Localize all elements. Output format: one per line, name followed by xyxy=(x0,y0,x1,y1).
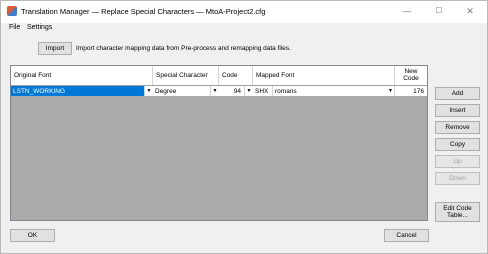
menu-settings[interactable]: Settings xyxy=(27,24,52,31)
menu-file[interactable]: File xyxy=(9,24,20,31)
move-down-button[interactable]: Down xyxy=(435,172,480,185)
column-header-new-code[interactable]: New Code xyxy=(395,66,427,85)
mapping-grid: Original Font Special Character Code Map… xyxy=(10,65,428,221)
ok-button[interactable]: OK xyxy=(10,229,55,242)
app-icon xyxy=(7,6,17,16)
remove-button[interactable]: Remove xyxy=(435,121,480,134)
chevron-down-icon[interactable]: ▼ xyxy=(211,86,219,96)
cancel-button[interactable]: Cancel xyxy=(384,229,429,242)
column-header-code[interactable]: Code xyxy=(219,66,253,85)
add-button[interactable]: Add xyxy=(435,87,480,100)
import-description: Import character mapping data from Pre-p… xyxy=(76,45,291,52)
minimize-button[interactable]: — xyxy=(394,3,420,19)
table-row[interactable]: LSTN_WORKING ▼ Degree ▼ 94 ▼ SHX romans … xyxy=(11,86,427,96)
maximize-button[interactable]: ☐ xyxy=(426,3,452,19)
title-bar: Translation Manager — Replace Special Ch… xyxy=(1,1,487,23)
column-header-mapped-font[interactable]: Mapped Font xyxy=(253,66,395,85)
grid-header: Original Font Special Character Code Map… xyxy=(11,66,427,86)
code-cell[interactable]: 94 xyxy=(219,86,245,96)
close-button[interactable]: ✕ xyxy=(457,3,483,19)
chevron-down-icon[interactable]: ▼ xyxy=(145,86,153,96)
chevron-down-icon[interactable]: ▼ xyxy=(245,86,253,96)
edit-code-table-button[interactable]: Edit Code Table... xyxy=(435,202,480,222)
mapped-font-type-cell[interactable]: SHX xyxy=(253,86,273,96)
menu-bar: File Settings xyxy=(1,23,487,35)
new-code-cell[interactable]: 176 xyxy=(395,86,427,96)
insert-button[interactable]: Insert xyxy=(435,104,480,117)
copy-button[interactable]: Copy xyxy=(435,138,480,151)
column-header-special-character[interactable]: Special Character xyxy=(153,66,219,85)
mapped-font-name-cell[interactable]: romans xyxy=(273,86,387,96)
window-title: Translation Manager — Replace Special Ch… xyxy=(21,7,266,16)
chevron-down-icon[interactable]: ▼ xyxy=(387,86,395,96)
original-font-cell[interactable]: LSTN_WORKING xyxy=(11,86,145,96)
import-button[interactable]: Import xyxy=(38,42,72,55)
move-up-button[interactable]: Up xyxy=(435,155,480,168)
column-header-original-font[interactable]: Original Font xyxy=(11,66,153,85)
app-window: Translation Manager — Replace Special Ch… xyxy=(0,0,488,254)
special-character-cell[interactable]: Degree xyxy=(153,86,211,96)
